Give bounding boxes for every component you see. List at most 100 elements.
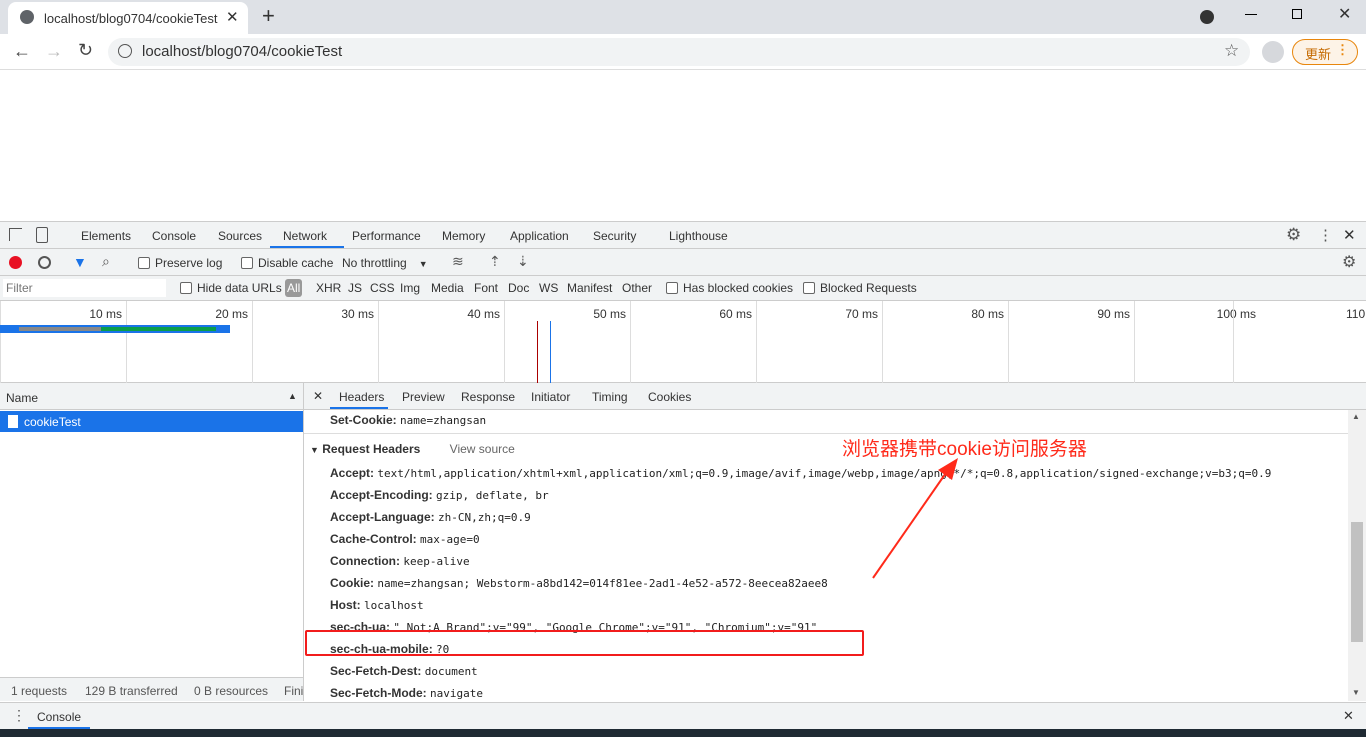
blocked-requests-checkbox[interactable]: Blocked Requests xyxy=(803,281,917,295)
profile-avatar[interactable] xyxy=(1262,41,1284,63)
tab-network[interactable]: Network xyxy=(283,229,327,243)
close-details-icon[interactable]: ✕ xyxy=(313,389,323,403)
console-drawer: ⋮ Console ✕ xyxy=(0,702,1366,729)
filter-input[interactable] xyxy=(3,279,166,297)
more-options-icon[interactable]: ⋮ xyxy=(1318,226,1333,244)
request-headers-section[interactable]: ▼ Request Headers View source xyxy=(310,442,515,456)
tab-title: localhost/blog0704/cookieTest xyxy=(44,11,218,26)
preserve-log-checkbox[interactable]: Preserve log xyxy=(138,256,222,270)
divider xyxy=(304,433,1348,434)
export-har-icon[interactable]: ⇣ xyxy=(517,253,529,270)
drawer-tab-console[interactable]: Console xyxy=(37,710,81,724)
tab-console[interactable]: Console xyxy=(152,229,196,243)
filter-icon[interactable]: ▼ xyxy=(73,254,87,270)
detail-tab-timing[interactable]: Timing xyxy=(592,390,628,404)
request-list: Name ▲ cookieTest 1 requests 129 B trans… xyxy=(0,383,304,701)
scrollbar-thumb xyxy=(1351,522,1363,642)
info-icon[interactable] xyxy=(118,44,132,58)
bookmark-star-icon[interactable]: ☆ xyxy=(1224,41,1239,61)
devtools: Elements Console Sources Network Performance… xyxy=(0,221,1366,737)
load-event-line xyxy=(550,321,551,383)
tab-lighthouse[interactable]: Lighthouse xyxy=(669,229,728,243)
detail-tabs: ✕ Headers Preview Response Initiator Timing C… xyxy=(304,383,1366,410)
filter-bar: Hide data URLs All XHR JS CSS Img Media Font Do… xyxy=(0,276,1366,301)
close-drawer-icon[interactable]: ✕ xyxy=(1343,708,1354,724)
network-toolbar: ▼ ⌕ Preserve log Disable cache No thrott… xyxy=(0,249,1366,276)
inspect-icon[interactable] xyxy=(9,228,22,241)
filter-type-css[interactable]: CSS xyxy=(370,281,395,295)
detail-tab-cookies[interactable]: Cookies xyxy=(648,390,691,404)
minimize-icon[interactable] xyxy=(1245,14,1257,15)
tab-strip: localhost/blog0704/cookieTest ✕ + ✕ xyxy=(0,0,1366,34)
close-devtools-icon[interactable]: ✕ xyxy=(1343,226,1356,244)
has-blocked-cookies-checkbox[interactable]: Has blocked cookies xyxy=(666,281,793,295)
filter-type-ws[interactable]: WS xyxy=(539,281,558,295)
transferred-size: 129 B transferred xyxy=(85,684,178,698)
tab-security[interactable]: Security xyxy=(593,229,636,243)
filter-type-font[interactable]: Font xyxy=(474,281,498,295)
device-toggle-icon[interactable] xyxy=(36,227,48,243)
cookie-highlight-box xyxy=(305,630,864,656)
request-bar-waiting xyxy=(19,327,101,331)
timeline-tick: 60 ms xyxy=(630,301,756,383)
timeline-tick: 80 ms xyxy=(882,301,1008,383)
filter-type-xhr[interactable]: XHR xyxy=(316,281,341,295)
detail-tab-response[interactable]: Response xyxy=(461,390,515,404)
back-icon[interactable]: ← xyxy=(13,41,31,62)
throttling-select[interactable]: No throttling ▼ xyxy=(342,256,428,270)
close-tab-icon[interactable]: ✕ xyxy=(226,8,239,26)
request-count: 1 requests xyxy=(11,684,68,698)
browser-toolbar: ← → ↻ localhost/blog0704/cookieTest ☆ 更新… xyxy=(0,34,1366,70)
update-button[interactable]: 更新 ⋮ xyxy=(1292,39,1358,65)
record-icon[interactable] xyxy=(9,256,22,269)
detail-tab-preview[interactable]: Preview xyxy=(402,390,445,404)
tab-performance[interactable]: Performance xyxy=(352,229,421,243)
forward-icon[interactable]: → xyxy=(45,41,63,62)
close-window-icon[interactable]: ✕ xyxy=(1338,4,1351,24)
resources-size: 0 B resources xyxy=(194,684,269,698)
network-settings-icon[interactable]: ⚙ xyxy=(1342,252,1356,272)
request-name: cookieTest xyxy=(24,415,81,429)
devtools-tabs: Elements Console Sources Network Performance… xyxy=(0,222,1366,249)
network-conditions-icon[interactable]: ≋ xyxy=(452,253,464,270)
new-tab-icon[interactable]: + xyxy=(262,3,275,29)
request-header-cookie: Cookie: name=zhangsan; Webstorm-a8bd142=… xyxy=(330,576,828,590)
tab-sources[interactable]: Sources xyxy=(218,229,262,243)
reload-icon[interactable]: ↻ xyxy=(78,40,93,61)
settings-gear-icon[interactable]: ⚙ xyxy=(1286,225,1301,245)
disable-cache-checkbox[interactable]: Disable cache xyxy=(241,256,333,270)
filter-type-other[interactable]: Other xyxy=(622,281,652,295)
clear-icon[interactable] xyxy=(38,256,51,269)
filter-type-all[interactable]: All xyxy=(285,279,303,297)
timeline-tick: 110 xyxy=(1233,301,1365,383)
drawer-menu-icon[interactable]: ⋮ xyxy=(12,707,26,724)
request-details: ✕ Headers Preview Response Initiator Timing C… xyxy=(304,383,1366,701)
vertical-scrollbar[interactable]: ▲ ▼ xyxy=(1348,410,1366,701)
request-header-accept: Accept: text/html,application/xhtml+xml,… xyxy=(330,466,1272,480)
tab-elements[interactable]: Elements xyxy=(81,229,131,243)
filter-type-doc[interactable]: Doc xyxy=(508,281,529,295)
timeline-tick: 50 ms xyxy=(504,301,630,383)
detail-tab-initiator[interactable]: Initiator xyxy=(531,390,570,404)
request-header-host: Host: localhost xyxy=(330,598,424,612)
tab-memory[interactable]: Memory xyxy=(442,229,485,243)
dom-content-loaded-line xyxy=(537,321,538,383)
filter-type-manifest[interactable]: Manifest xyxy=(567,281,612,295)
hide-data-urls-checkbox[interactable]: Hide data URLs xyxy=(180,281,282,295)
tab-application[interactable]: Application xyxy=(510,229,569,243)
address-bar[interactable]: localhost/blog0704/cookieTest ☆ xyxy=(108,38,1250,66)
detail-tab-headers[interactable]: Headers xyxy=(339,390,384,404)
name-column-header[interactable]: Name ▲ xyxy=(0,383,303,410)
restore-icon[interactable] xyxy=(1292,9,1302,19)
filter-type-js[interactable]: JS xyxy=(348,281,362,295)
filter-type-img[interactable]: Img xyxy=(400,281,420,295)
import-har-icon[interactable]: ⇡ xyxy=(489,253,501,270)
view-source-link[interactable]: View source xyxy=(450,442,515,456)
filter-type-media[interactable]: Media xyxy=(431,281,464,295)
search-icon[interactable]: ⌕ xyxy=(102,253,110,270)
timeline-overview[interactable]: 10 ms 20 ms 30 ms 40 ms 50 ms 60 ms 70 ms 80 ms… xyxy=(0,301,1366,383)
tab-search-icon[interactable] xyxy=(1200,10,1214,24)
request-row-cookietest[interactable]: cookieTest xyxy=(0,411,303,432)
browser-tab[interactable]: localhost/blog0704/cookieTest ✕ xyxy=(8,2,248,34)
request-header-accept-encoding: Accept-Encoding: gzip, deflate, br xyxy=(330,488,549,502)
